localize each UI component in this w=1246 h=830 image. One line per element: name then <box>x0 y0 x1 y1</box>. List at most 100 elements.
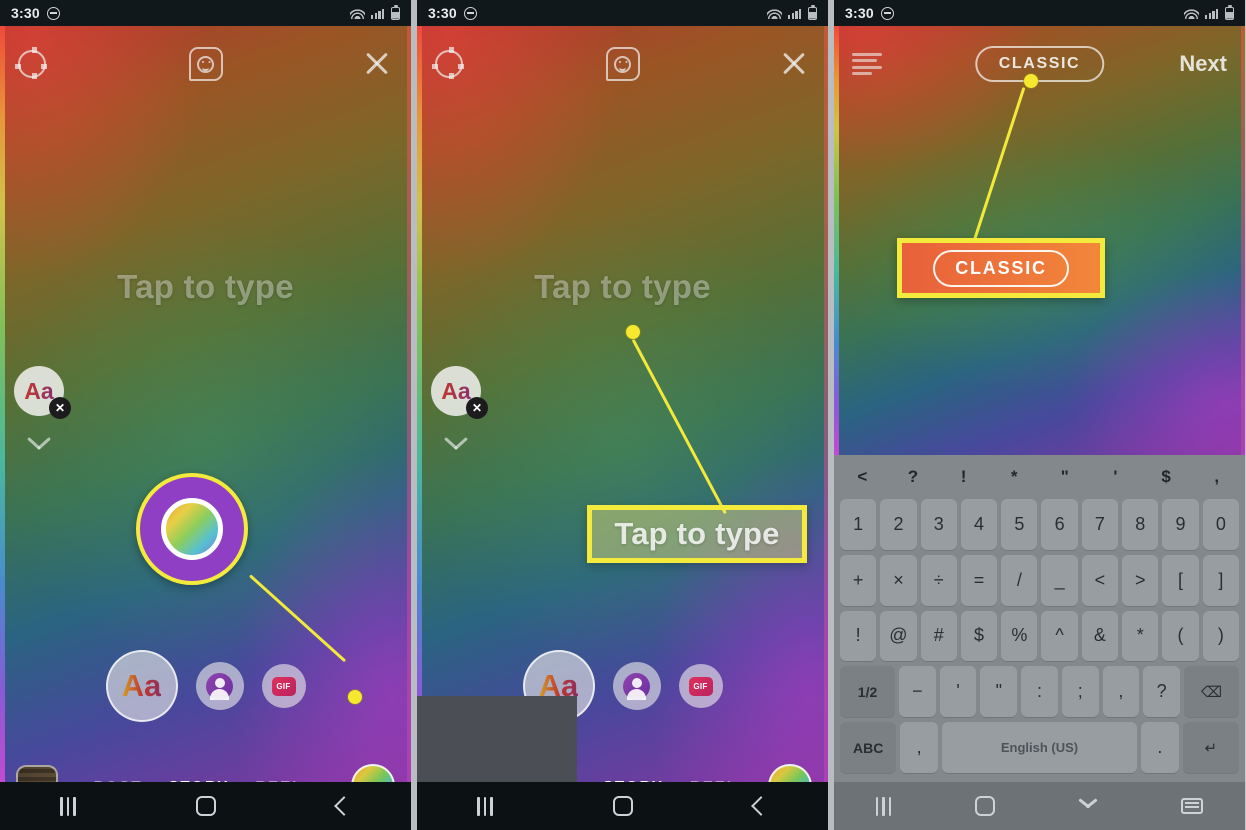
gear-icon[interactable] <box>15 47 46 78</box>
suggestion-key[interactable]: * <box>989 467 1040 487</box>
key[interactable]: * <box>1122 610 1159 662</box>
keyboard-icon[interactable] <box>1181 798 1204 814</box>
recents-icon[interactable] <box>477 796 493 816</box>
key[interactable]: 9 <box>1162 499 1199 550</box>
key-space[interactable]: English (US) <box>941 722 1138 773</box>
key[interactable]: 7 <box>1081 499 1119 550</box>
text-tool-button[interactable]: Aa <box>105 650 178 722</box>
key[interactable]: : <box>1021 666 1058 718</box>
close-icon[interactable]: ✕ <box>466 397 488 419</box>
key[interactable]: + <box>840 554 877 606</box>
key[interactable]: − <box>899 666 936 718</box>
gif-label: GIF <box>688 676 713 696</box>
key[interactable]: < <box>1081 554 1119 606</box>
callout-dot-3 <box>1024 74 1038 88</box>
battery-icon <box>391 4 400 20</box>
key-page-toggle[interactable]: 1/2 <box>840 666 896 718</box>
magnified-tap-to-type: Tap to type <box>587 505 807 563</box>
suggestion-key[interactable]: ' <box>1090 467 1141 487</box>
key[interactable]: 8 <box>1122 499 1159 550</box>
enter-icon[interactable]: ↵ <box>1182 722 1239 773</box>
key[interactable]: @ <box>880 610 917 662</box>
back-icon[interactable] <box>333 796 354 816</box>
chevron-down-icon[interactable] <box>26 436 52 462</box>
key[interactable]: % <box>1001 610 1038 662</box>
color-wheel-gradient <box>161 498 223 560</box>
status-icons <box>350 4 400 20</box>
suggestion-key[interactable]: $ <box>1141 467 1192 487</box>
key[interactable]: 4 <box>960 499 998 550</box>
home-icon[interactable] <box>613 796 634 816</box>
chevron-down-icon[interactable] <box>443 436 469 462</box>
chevron-down-icon[interactable] <box>1078 800 1098 812</box>
key-comma[interactable]: , <box>900 722 938 773</box>
key[interactable]: ! <box>840 610 877 662</box>
key[interactable]: ( <box>1162 610 1199 662</box>
key-abc-toggle[interactable]: ABC <box>840 722 897 773</box>
on-screen-keyboard: < ? ! * " ' $ , 1 2 3 4 5 6 7 8 9 0 + × … <box>834 455 1245 782</box>
key[interactable]: = <box>960 554 998 606</box>
key[interactable]: 5 <box>1001 499 1038 550</box>
key[interactable]: ] <box>1202 554 1239 606</box>
gif-button[interactable]: GIF <box>261 664 306 708</box>
key[interactable]: ÷ <box>920 554 957 606</box>
signal-icon <box>371 8 385 19</box>
keyboard-row-bottom: ABC , English (US) . ↵ <box>837 722 1242 773</box>
key[interactable]: 2 <box>880 499 917 550</box>
text-style-chip-label: Aa <box>441 377 471 404</box>
sticker-face-icon[interactable] <box>188 47 223 81</box>
key[interactable]: > <box>1122 554 1159 606</box>
hamburger-icon[interactable] <box>852 53 882 75</box>
avatar-icon[interactable] <box>612 662 661 710</box>
suggestion-key[interactable]: ? <box>888 467 939 487</box>
key[interactable]: " <box>980 666 1018 718</box>
tap-to-type-placeholder[interactable]: Tap to type <box>0 268 411 306</box>
close-icon[interactable] <box>361 48 393 80</box>
home-icon[interactable] <box>196 796 217 816</box>
text-style-chip[interactable]: Aa ✕ <box>431 366 488 419</box>
tap-to-type-placeholder[interactable]: Tap to type <box>417 268 828 306</box>
key-period[interactable]: . <box>1141 722 1179 773</box>
key[interactable]: 0 <box>1202 499 1239 550</box>
status-time: 3:30 <box>11 5 40 21</box>
key[interactable]: ; <box>1061 666 1099 718</box>
key[interactable]: ^ <box>1041 610 1078 662</box>
key[interactable]: & <box>1081 610 1119 662</box>
key[interactable]: ? <box>1143 666 1180 718</box>
avatar-icon[interactable] <box>195 662 244 710</box>
close-icon[interactable] <box>778 48 810 80</box>
suggestion-key[interactable]: , <box>1191 467 1242 487</box>
key[interactable]: 1 <box>840 499 877 550</box>
gear-icon[interactable] <box>432 47 463 78</box>
key[interactable]: [ <box>1162 554 1199 606</box>
suggestion-key[interactable]: " <box>1040 467 1091 487</box>
recents-icon[interactable] <box>60 796 76 816</box>
panel-story-editor-2: 3:30 Tap to type Aa ✕ Aa GIF Tap to type <box>417 0 828 830</box>
key[interactable]: , <box>1102 666 1140 718</box>
signal-icon <box>1205 8 1219 19</box>
key[interactable]: $ <box>960 610 998 662</box>
next-button[interactable]: Next <box>1179 51 1227 77</box>
key[interactable]: 6 <box>1041 499 1078 550</box>
suggestion-key[interactable]: ! <box>938 467 989 487</box>
status-icons <box>1184 4 1234 20</box>
key[interactable]: ) <box>1202 610 1239 662</box>
suggestion-key[interactable]: < <box>837 467 888 487</box>
sticker-face-icon[interactable] <box>605 47 640 81</box>
key[interactable]: ' <box>939 666 977 718</box>
text-style-chip-label: Aa <box>24 377 54 404</box>
back-icon[interactable] <box>750 796 771 816</box>
home-icon[interactable] <box>974 796 995 816</box>
key[interactable]: / <box>1001 554 1038 606</box>
key[interactable]: 3 <box>920 499 957 550</box>
gif-button[interactable]: GIF <box>678 664 723 708</box>
backspace-icon[interactable]: ⌫ <box>1183 666 1240 718</box>
status-bar: 3:30 <box>417 0 828 26</box>
key[interactable]: × <box>880 554 917 606</box>
key[interactable]: _ <box>1041 554 1078 606</box>
recents-icon[interactable] <box>875 796 892 816</box>
text-style-chip[interactable]: Aa ✕ <box>14 366 71 419</box>
text-style-button[interactable]: CLASSIC <box>974 46 1105 82</box>
close-icon[interactable]: ✕ <box>49 397 71 419</box>
key[interactable]: # <box>920 610 957 662</box>
